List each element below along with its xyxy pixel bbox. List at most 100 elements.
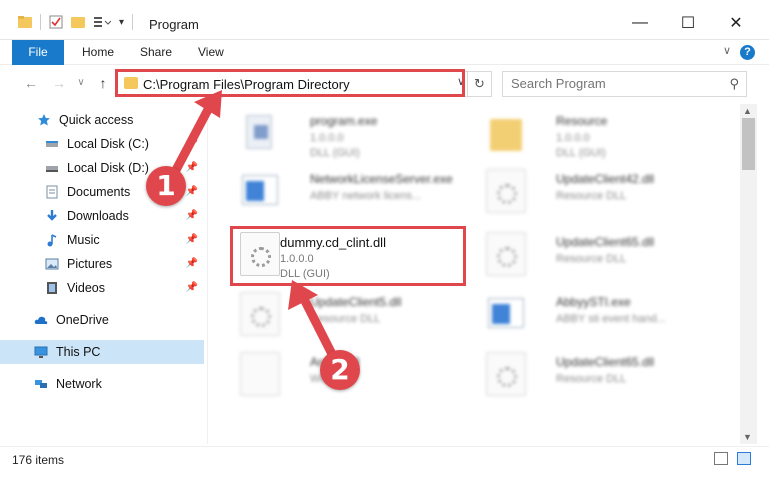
pin-icon[interactable]: 📌 (186, 162, 198, 173)
window-icon (486, 292, 526, 336)
file-description: Resource DLL (556, 253, 627, 265)
window-icon (240, 169, 280, 213)
sidebar-item-label: Local Disk (D:) (67, 161, 149, 175)
file-description: ABBY network licens... (310, 190, 422, 202)
sidebar-item-pictures[interactable]: Pictures 📌 (0, 252, 204, 276)
item-count: 176 items (12, 453, 65, 467)
file-name: UpdateClient5.dll (310, 295, 402, 309)
ribbon: File Home Share View ∨ ? (0, 40, 769, 65)
file-name: UpdateClient65.dll (556, 235, 655, 249)
minimize-button[interactable]: — (617, 8, 663, 38)
videos-icon (47, 282, 57, 294)
sidebar-item-onedrive[interactable]: OneDrive (0, 308, 204, 332)
up-button[interactable]: ↑ (94, 74, 112, 92)
back-button[interactable]: ← (22, 74, 40, 92)
sidebar-item-network[interactable]: Network (0, 372, 204, 396)
search-icon[interactable]: ⚲ (729, 76, 739, 92)
sidebar-item-label: Local Disk (C:) (67, 137, 149, 151)
file-item[interactable]: program.exe 1.0.0.0 DLL (GUI) (230, 106, 470, 161)
file-description: Resource DLL (556, 373, 627, 385)
documents-icon (46, 185, 58, 199)
tab-view[interactable]: View (198, 40, 224, 65)
pin-icon[interactable]: 📌 (186, 258, 198, 269)
computer-icon (34, 346, 48, 358)
new-folder-icon[interactable] (71, 15, 85, 29)
file-item[interactable]: UpdateClient65.dll Resource DLL (476, 347, 716, 402)
file-item[interactable]: UpdateClient42.dll Resource DLL (476, 164, 716, 219)
step-2-callout: 2 (320, 350, 360, 390)
recent-locations-button[interactable]: ∨ (72, 74, 90, 92)
pin-icon[interactable]: 📌 (186, 186, 198, 197)
close-button[interactable]: ✕ (713, 8, 759, 38)
sidebar-item-videos[interactable]: Videos 📌 (0, 276, 204, 300)
properties-icon[interactable] (49, 15, 63, 29)
dll-icon (486, 232, 526, 276)
forward-button[interactable]: → (50, 74, 68, 92)
sidebar-item-label: Documents (67, 185, 131, 199)
refresh-button[interactable]: ↻ (467, 72, 491, 96)
search-input[interactable] (511, 76, 721, 91)
exe-icon (240, 111, 280, 155)
pictures-icon (45, 258, 59, 270)
scrollbar-thumb[interactable] (742, 118, 755, 170)
expand-ribbon-icon[interactable]: ∨ (723, 44, 731, 57)
pin-icon[interactable]: 📌 (186, 282, 198, 293)
scroll-down-icon[interactable]: ▼ (743, 432, 752, 442)
file-name: program.exe (310, 114, 378, 128)
sidebar-item-label: Pictures (67, 257, 113, 271)
status-bar: 176 items (0, 446, 769, 470)
network-icon (35, 380, 47, 388)
window-title: Program (149, 17, 199, 32)
file-version: 1.0.0.0 (310, 132, 344, 144)
vertical-scrollbar[interactable]: ▲ ▼ (740, 104, 757, 444)
tab-share[interactable]: Share (140, 40, 172, 65)
maximize-button[interactable]: ☐ (665, 8, 711, 38)
scroll-up-icon[interactable]: ▲ (743, 106, 752, 116)
pin-icon[interactable]: 📌 (186, 210, 198, 221)
folder-icon (18, 16, 32, 28)
toolbar-divider (132, 14, 134, 30)
sidebar-item-music[interactable]: Music 📌 (0, 228, 204, 252)
file-description: Resource DLL (310, 313, 381, 325)
file-item[interactable]: AbbyySTI.exe ABBY sti event hand... (476, 287, 716, 342)
sidebar-item-label: Music (67, 233, 100, 247)
large-icons-view-icon[interactable] (737, 452, 751, 465)
file-description: ABBY sti event hand... (556, 313, 666, 325)
music-icon (47, 234, 57, 247)
file-name: UpdateClient42.dll (556, 172, 655, 186)
sidebar-item-this-pc[interactable]: This PC (0, 340, 204, 364)
toolbar-divider (40, 14, 41, 30)
file-name: AbbyySTI.exe (556, 295, 631, 309)
step-1-callout: 1 (146, 166, 186, 206)
toolbar-dropdown-icon[interactable]: ▾ (119, 17, 124, 28)
tab-file[interactable]: File (12, 40, 64, 65)
help-icon[interactable]: ? (740, 45, 755, 60)
sidebar-item-label: Videos (67, 281, 105, 295)
drive-icon (46, 141, 58, 147)
sidebar-item-quick-access[interactable]: Quick access (0, 108, 204, 132)
sidebar-item-label: Network (56, 377, 102, 391)
sidebar-item-local-disk-c[interactable]: Local Disk (C:) 📌 (0, 132, 204, 156)
details-view-icon[interactable] (714, 452, 728, 465)
address-highlight-box (115, 69, 465, 97)
file-item[interactable]: Resource 1.0.0.0 DLL (GUI) (476, 106, 716, 161)
file-name: Resource (556, 114, 608, 128)
dll-icon (486, 352, 526, 396)
file-item[interactable]: NetworkLicenseServer.exe ABBY network li… (230, 164, 470, 219)
pin-icon[interactable]: 📌 (186, 234, 198, 245)
sidebar-item-downloads[interactable]: Downloads 📌 (0, 204, 204, 228)
file-description: Resource DLL (556, 190, 627, 202)
file-name: NetworkLicenseServer.exe (310, 172, 453, 186)
customize-toolbar-icon[interactable] (93, 15, 111, 29)
file-name: UpdateClient65.dll (556, 355, 655, 369)
search-box[interactable]: ⚲ (502, 71, 747, 97)
file-item[interactable]: UpdateClient65.dll Resource DLL (476, 227, 716, 282)
sidebar-item-label: OneDrive (56, 313, 109, 327)
pin-icon[interactable]: 📌 (186, 138, 198, 149)
file-item[interactable]: UpdateClient5.dll Resource DLL (230, 287, 470, 342)
download-icon (47, 210, 57, 221)
quick-access-toolbar: ▾ (18, 14, 134, 30)
file-highlight-box (230, 226, 466, 286)
tab-home[interactable]: Home (82, 40, 114, 65)
sidebar-item-label: Quick access (59, 113, 134, 127)
